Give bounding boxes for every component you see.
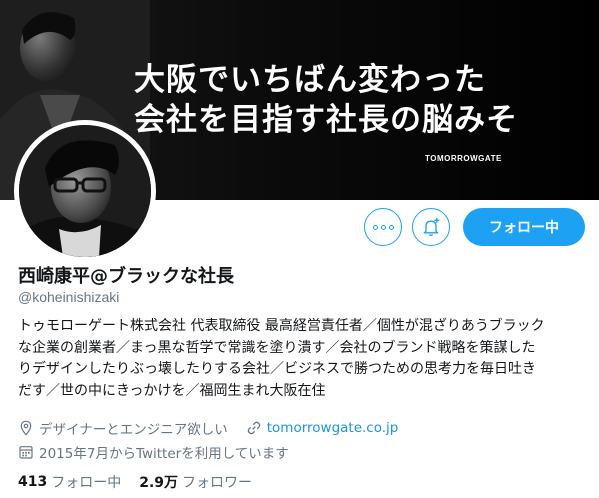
profile-website-link[interactable]: tomorrowgate.co.jp bbox=[267, 420, 399, 436]
following-stat-link[interactable]: 413 フォロー中 bbox=[18, 472, 121, 492]
profile-stats: 413 フォロー中 2.9万 フォロワー bbox=[18, 472, 270, 492]
profile-location: デザイナーとエンジニア欲しい bbox=[39, 422, 228, 438]
banner-headline-line2: 会社を目指す社長の脳みそ bbox=[134, 102, 518, 138]
profile-joined-row: 2015年7月からTwitterを利用しています bbox=[18, 442, 289, 462]
profile-joined-date: 2015年7月からTwitterを利用しています bbox=[39, 446, 289, 462]
banner-brand-logo: TOMORROWGATE bbox=[425, 154, 502, 163]
bio-line: トゥモローゲート株式会社 代表取締役 最高経営責任者／個性が混ざりあうブラック bbox=[18, 318, 545, 334]
following-label: フォロー中 bbox=[51, 475, 122, 491]
profile-meta-row: デザイナーとエンジニア欲しい tomorrowgate.co.jp bbox=[18, 418, 398, 438]
followers-count: 2.9万 bbox=[139, 475, 179, 491]
bio-line: だす／世の中にきっかけを／福岡生まれ大阪在住 bbox=[18, 382, 326, 399]
calendar-icon bbox=[19, 446, 33, 459]
profile-bio: トゥモローゲート株式会社 代表取締役 最高経営責任者／個性が混ざりあうブラック … bbox=[18, 316, 590, 402]
link-icon bbox=[247, 421, 261, 435]
banner-headline-line1: 大阪でいちばん変わった bbox=[134, 62, 486, 98]
avatar-photo bbox=[19, 125, 151, 257]
location-pin-icon bbox=[20, 420, 32, 436]
followers-label: フォロワー bbox=[182, 475, 253, 491]
profile-avatar[interactable] bbox=[14, 120, 156, 262]
more-horizontal-icon bbox=[372, 224, 394, 230]
profile-handle: @koheinishizaki bbox=[18, 289, 120, 305]
followers-stat-link[interactable]: 2.9万 フォロワー bbox=[139, 472, 252, 492]
bell-plus-icon bbox=[423, 217, 440, 236]
profile-name: 西崎康平@ブラックな社長 bbox=[18, 266, 234, 287]
notifications-button[interactable] bbox=[412, 208, 450, 246]
following-button[interactable]: フォロー中 bbox=[463, 208, 585, 246]
bio-line: な企業の創業者／まっ黒な哲学で常識を塗り潰す／会社のブランド戦略を策謀した bbox=[18, 339, 536, 356]
bio-line: りデザインしたりぶっ壊したりする会社／ビジネスで勝つための思考力を毎日吐き bbox=[18, 361, 536, 377]
more-options-button[interactable] bbox=[364, 208, 402, 246]
following-count: 413 bbox=[18, 474, 48, 490]
